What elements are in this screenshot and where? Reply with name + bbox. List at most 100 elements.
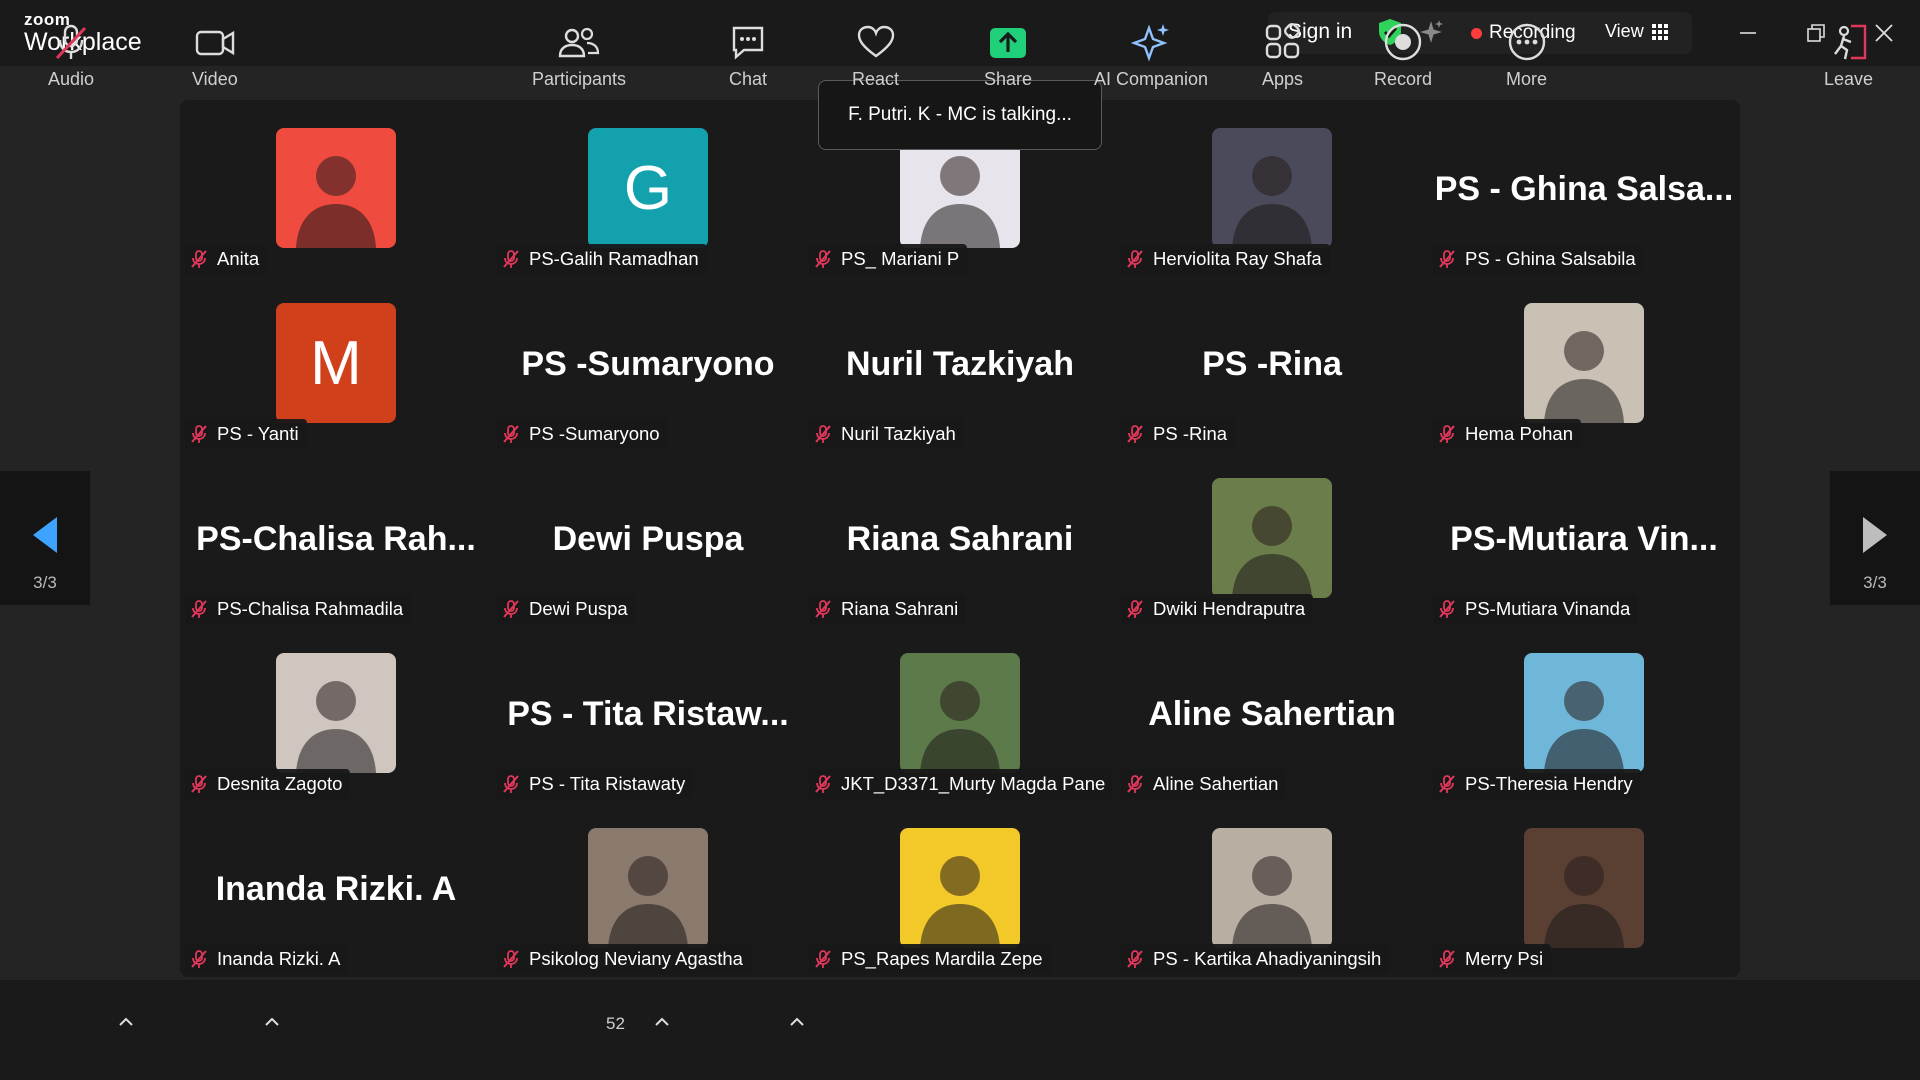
apps-label: Apps: [1262, 69, 1304, 89]
chevron-right-icon: [1863, 517, 1887, 553]
ai-companion-button[interactable]: AI Companion: [1094, 20, 1208, 92]
participant-tile[interactable]: Merry Psi: [1428, 800, 1740, 975]
participant-name-label: PS - Tita Ristawaty: [497, 769, 694, 799]
participant-name: Hema Pohan: [1465, 423, 1573, 444]
participant-photo: [1212, 128, 1332, 248]
participant-name-label: PS-Galih Ramadhan: [497, 244, 707, 274]
muted-microphone-icon: [191, 600, 207, 618]
participant-tile[interactable]: PS -Rina PS -Rina: [1116, 275, 1428, 450]
participant-display-name: PS-Mutiara Vin...: [1450, 520, 1718, 558]
next-page-button[interactable]: 3/3: [1830, 471, 1920, 605]
participant-name-label: PS-Chalisa Rahmadila: [185, 594, 412, 624]
participant-tile[interactable]: PS-Theresia Hendry: [1428, 625, 1740, 800]
participant-photo: [1524, 653, 1644, 773]
chat-label: Chat: [728, 69, 768, 89]
audio-options-chevron-icon[interactable]: [118, 1015, 134, 1027]
participant-avatar: [276, 128, 396, 248]
participant-name: Merry Psi: [1465, 948, 1544, 969]
page-indicator-left: 3/3: [33, 573, 57, 592]
close-icon: [1875, 24, 1893, 42]
participant-tile[interactable]: PS - Ghina Salsa... PS - Ghina Salsabila: [1428, 100, 1740, 275]
participants-button[interactable]: Participants: [532, 20, 626, 92]
participant-name-label: PS - Kartika Ahadiyaningsih: [1121, 944, 1390, 974]
participant-tile[interactable]: Aline Sahertian Aline Sahertian: [1116, 625, 1428, 800]
muted-microphone-icon: [815, 600, 831, 618]
participant-tile[interactable]: PS - Tita Ristaw... PS - Tita Ristawaty: [492, 625, 804, 800]
participant-tile[interactable]: Desnita Zagoto: [180, 625, 492, 800]
participant-name: Inanda Rizki. A: [217, 948, 341, 969]
participant-name-label: Anita: [185, 244, 268, 274]
participant-name: Riana Sahrani: [841, 598, 959, 619]
participant-tile[interactable]: Psikolog Neviany Agastha: [492, 800, 804, 975]
record-button[interactable]: Record: [1374, 20, 1432, 92]
participant-name-label: Psikolog Neviany Agastha: [497, 944, 751, 974]
participant-tile[interactable]: Riana Sahrani Riana Sahrani: [804, 450, 1116, 625]
participant-display-name: PS -Sumaryono: [521, 345, 775, 383]
participant-name-label: PS-Mutiara Vinanda: [1433, 594, 1639, 624]
participant-photo: [276, 653, 396, 773]
participant-avatar: [1524, 828, 1644, 948]
participant-tile[interactable]: PS -Sumaryono PS -Sumaryono: [492, 275, 804, 450]
participant-name-label: PS-Theresia Hendry: [1433, 769, 1641, 799]
muted-microphone-icon: [503, 600, 519, 618]
participant-name: PS - Tita Ristawaty: [529, 773, 686, 794]
chevron-left-icon: [33, 517, 57, 553]
participant-tile[interactable]: Dewi Puspa Dewi Puspa: [492, 450, 804, 625]
participant-name: PS - Yanti: [217, 423, 299, 444]
participant-tile[interactable]: JKT_D3371_Murty Magda Pane: [804, 625, 1116, 800]
participant-tile[interactable]: M PS - Yanti: [180, 275, 492, 450]
participant-name-label: Nuril Tazkiyah: [809, 419, 964, 449]
share-button[interactable]: Share: [984, 20, 1032, 92]
participant-tile[interactable]: PS - Kartika Ahadiyaningsih: [1116, 800, 1428, 975]
participant-name-label: PS - Yanti: [185, 419, 307, 449]
participant-display-name: Aline Sahertian: [1148, 695, 1396, 733]
participant-display-name: Inanda Rizki. A: [215, 870, 457, 908]
chat-button[interactable]: Chat: [728, 20, 768, 92]
previous-page-button[interactable]: 3/3: [0, 471, 90, 605]
participant-photo: [588, 828, 708, 948]
participant-display-name: Riana Sahrani: [846, 520, 1074, 558]
leave-button[interactable]: Leave: [1824, 20, 1873, 92]
participant-tile[interactable]: Inanda Rizki. A Inanda Rizki. A: [180, 800, 492, 975]
apps-button[interactable]: Apps: [1262, 20, 1303, 92]
react-button[interactable]: React: [852, 20, 899, 92]
minimize-button[interactable]: [1730, 16, 1766, 50]
participant-avatar: [1524, 653, 1644, 773]
participant-tile[interactable]: PS-Chalisa Rah... PS-Chalisa Rahmadila: [180, 450, 492, 625]
participant-tile[interactable]: Hema Pohan: [1428, 275, 1740, 450]
muted-microphone-icon: [1439, 425, 1455, 443]
participant-tile[interactable]: G PS-Galih Ramadhan: [492, 100, 804, 275]
more-button[interactable]: More: [1506, 20, 1547, 92]
video-options-chevron-icon[interactable]: [264, 1015, 280, 1027]
title-bar: zoom Workplace Sign in Recording View: [0, 0, 1920, 66]
participant-tile[interactable]: PS-Mutiara Vin... PS-Mutiara Vinanda: [1428, 450, 1740, 625]
participant-tile[interactable]: Dwiki Hendraputra: [1116, 450, 1428, 625]
participant-name-label: Dewi Puspa: [497, 594, 636, 624]
muted-microphone-icon: [815, 950, 831, 968]
audio-button[interactable]: Audio: [48, 20, 94, 92]
participant-avatar: [588, 828, 708, 948]
heart-icon: [857, 25, 894, 58]
muted-microphone-icon: [815, 775, 831, 793]
participant-initial-avatar: G: [588, 128, 708, 248]
participant-tile[interactable]: Nuril Tazkiyah Nuril Tazkiyah: [804, 275, 1116, 450]
participant-name: Dwiki Hendraputra: [1153, 598, 1306, 619]
participants-options-chevron-icon[interactable]: [654, 1015, 670, 1027]
participant-name-label: Hema Pohan: [1433, 419, 1581, 449]
chat-options-chevron-icon[interactable]: [789, 1015, 805, 1027]
muted-microphone-icon: [1127, 950, 1143, 968]
participant-avatar: [1212, 128, 1332, 248]
participant-avatar: [900, 653, 1020, 773]
participant-photo: [276, 128, 396, 248]
view-button[interactable]: View: [1605, 21, 1668, 42]
participant-name: PS - Ghina Salsabila: [1465, 248, 1636, 269]
participant-tile[interactable]: Herviolita Ray Shafa: [1116, 100, 1428, 275]
leave-door-icon: [1833, 24, 1866, 60]
participant-tile[interactable]: PS_Rapes Mardila Zepe: [804, 800, 1116, 975]
participant-tile[interactable]: Anita: [180, 100, 492, 275]
participant-name: PS_ Mariani P: [841, 248, 960, 269]
muted-microphone-icon: [503, 250, 519, 268]
video-button[interactable]: Video: [192, 20, 238, 92]
page-indicator-right: 3/3: [1863, 573, 1887, 592]
muted-microphone-icon: [503, 775, 519, 793]
